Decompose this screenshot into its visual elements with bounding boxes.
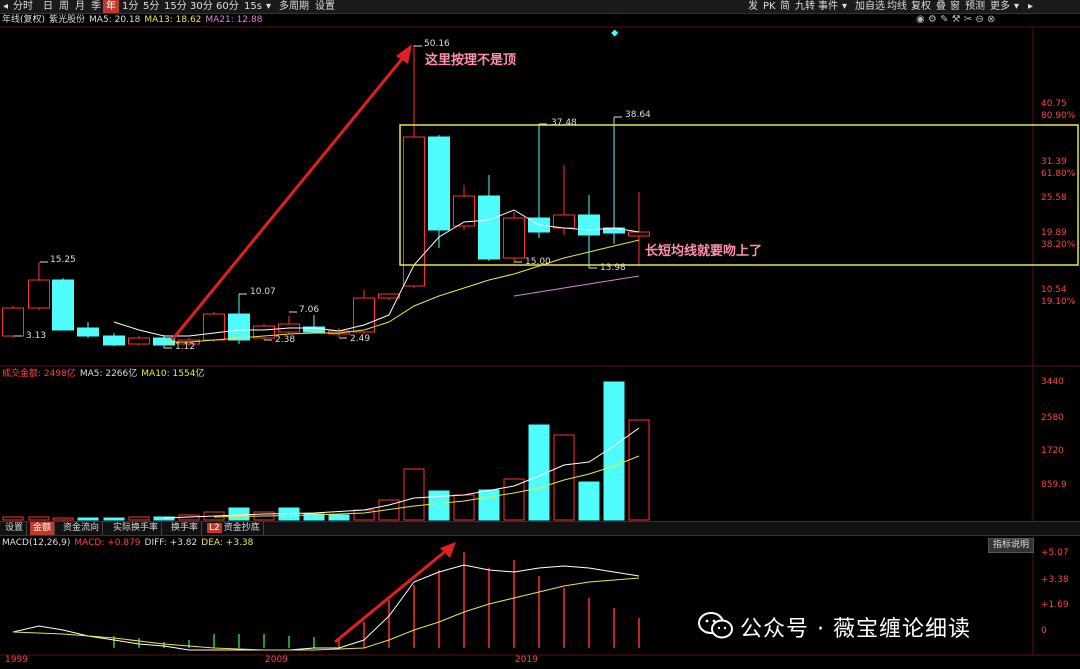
macd-axis: +1.69	[1041, 600, 1069, 610]
candle-body	[203, 313, 225, 341]
macd-header: MACD(12,26,9) MACD: +0.879 DIFF: +3.82 DEA:…	[2, 537, 257, 550]
macd-axis: 0	[1041, 626, 1047, 636]
volume-bar	[453, 494, 475, 521]
price-label: 7.06	[299, 305, 320, 315]
tab-label: 资金抄底	[223, 523, 260, 533]
macd-trend-arrow-head	[440, 542, 456, 558]
volume-bar	[52, 517, 74, 521]
price-label: 15.25	[50, 255, 76, 265]
candle-body	[553, 214, 575, 229]
candle-body	[128, 337, 150, 345]
macd-axis: +3.38	[1041, 575, 1069, 585]
price-axis-4: 19.89	[1041, 228, 1067, 238]
price-label: 15.00	[525, 257, 551, 267]
price-label: 2.49	[350, 334, 371, 344]
candle-body	[428, 136, 450, 231]
volume-header: 成交金额: 2498亿 MA5: 2266亿 MA10: 1554亿	[2, 368, 208, 381]
volume-bar	[403, 468, 425, 521]
volume-bar	[228, 507, 250, 521]
trend-arrow	[170, 53, 408, 341]
price-label: 3.13	[26, 331, 47, 341]
macd-axis: +5.07	[1041, 548, 1069, 558]
candle-body	[52, 279, 74, 331]
volume-bar	[128, 516, 150, 521]
price-label: 13.98	[600, 263, 626, 273]
price-label: 38.64	[625, 110, 651, 120]
price-axis-1: 40.75	[1041, 99, 1067, 109]
tab-amount[interactable]: 金额	[30, 522, 56, 535]
candle-body	[578, 214, 600, 236]
price-axis-4-pct: 38.20%	[1041, 240, 1076, 250]
candle-body	[2, 307, 24, 337]
candle-body	[103, 335, 125, 346]
candle-body	[378, 293, 400, 299]
volume-ma10-label: MA10: 1554亿	[141, 369, 205, 379]
wechat-icon	[698, 612, 733, 639]
volume-bar	[553, 434, 575, 521]
volume-bar	[478, 489, 500, 521]
dea-value: DEA: +3.38	[201, 538, 254, 548]
volume-axis: 2580	[1041, 413, 1064, 423]
volume-ma10-line	[213, 455, 640, 518]
ma21-line	[513, 275, 640, 297]
volume-bar	[2, 516, 24, 521]
price-label: 10.07	[250, 287, 276, 297]
volume-axis: 859.9	[1041, 480, 1067, 490]
candle-body	[28, 279, 50, 309]
volume-bar	[428, 490, 450, 521]
volume-ma5-label: MA5: 2266亿	[79, 369, 138, 379]
price-axis-2: 31.39	[1041, 157, 1067, 167]
l2-badge: L2	[207, 523, 222, 533]
candle-body	[503, 217, 525, 259]
price-axis-1-pct: 80.90%	[1041, 111, 1076, 121]
year-label: 1999	[5, 655, 28, 665]
volume-bar	[28, 516, 50, 521]
price-axis-2-pct: 61.80%	[1041, 169, 1076, 179]
price-label: 37.48	[551, 118, 577, 128]
volume-amount-label: 成交金额: 2498亿	[2, 369, 76, 379]
price-label-high: 50.16	[424, 39, 450, 49]
indicator-tabs: 设置 金额 资金流向 实际换手率 换手率 L2 资金抄底	[0, 521, 1080, 536]
annotation-top: 这里按理不是顶	[425, 53, 517, 68]
indicator-help-button[interactable]: 指标说明	[987, 538, 1034, 553]
price-axis-3: 25.58	[1041, 193, 1067, 203]
year-label: 2019	[515, 655, 538, 665]
price-axis-5: 10.54	[1041, 285, 1067, 295]
marker-diamond	[611, 29, 619, 37]
tab-real-turnover[interactable]: 实际换手率	[110, 522, 163, 535]
macd-title: MACD(12,26,9)	[2, 538, 71, 548]
candle-body	[478, 195, 500, 260]
tab-turnover[interactable]: 换手率	[168, 522, 203, 535]
macd-value: MACD: +0.879	[74, 538, 141, 548]
price-axis-5-pct: 19.10%	[1041, 297, 1076, 307]
volume-bar	[578, 481, 600, 521]
price-label: 2.38	[275, 335, 296, 345]
volume-bar	[628, 419, 650, 521]
volume-bar	[77, 517, 99, 521]
diff-value: DIFF: +3.82	[144, 538, 198, 548]
candle-body	[403, 136, 425, 287]
volume-bar	[103, 517, 125, 521]
tab-capital-bottom[interactable]: L2 资金抄底	[204, 522, 264, 535]
volume-bar	[353, 509, 375, 521]
volume-axis: 1720	[1041, 446, 1064, 456]
macd-trend-arrow	[334, 547, 449, 644]
year-label: 2009	[265, 655, 288, 665]
volume-axis: 3440	[1041, 377, 1064, 387]
candle-body	[228, 313, 250, 341]
ma5-line	[113, 209, 640, 337]
candle-body	[77, 327, 99, 337]
watermark-text: 公众号 · 薇宝缠论细读	[740, 617, 971, 642]
chart-canvas	[0, 26, 1080, 656]
tab-settings[interactable]: 设置	[2, 522, 28, 535]
tab-capital-flow[interactable]: 资金流向	[60, 522, 104, 535]
price-label: 1.12	[175, 342, 196, 352]
volume-bar	[328, 514, 350, 521]
volume-bar	[503, 478, 525, 521]
candle-body	[628, 231, 650, 237]
annotation-right: 长短均线就要吻上了	[645, 244, 763, 259]
